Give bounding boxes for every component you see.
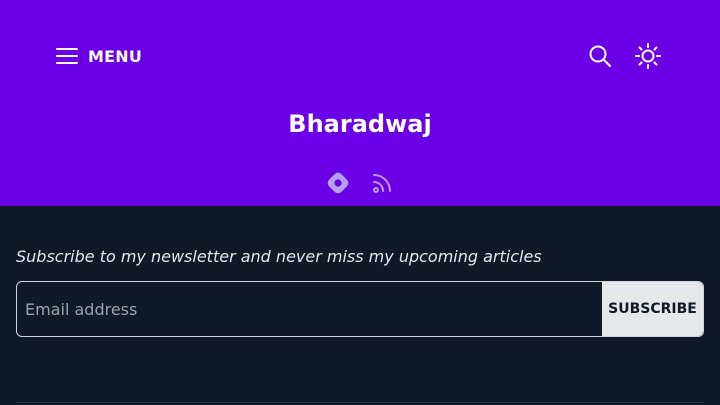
theme-toggle-button[interactable] bbox=[634, 42, 662, 70]
menu-label: MENU bbox=[88, 46, 143, 66]
blog-header: MENU Bharadwaj bbox=[0, 0, 720, 206]
hashnode-icon bbox=[327, 172, 349, 194]
blog-title[interactable]: Bharadwaj bbox=[0, 110, 720, 138]
email-input[interactable] bbox=[17, 282, 602, 336]
menu-button[interactable]: MENU bbox=[56, 42, 142, 70]
rss-icon bbox=[373, 174, 391, 193]
search-button[interactable] bbox=[586, 42, 614, 70]
search-icon bbox=[589, 45, 611, 67]
newsletter-text: Subscribe to my newsletter and never mis… bbox=[16, 247, 542, 266]
sun-icon bbox=[635, 43, 661, 69]
hamburger-icon bbox=[56, 46, 80, 66]
rss-link[interactable] bbox=[369, 170, 395, 196]
subscribe-button[interactable]: SUBSCRIBE bbox=[602, 282, 703, 336]
divider bbox=[16, 402, 704, 403]
hashnode-link[interactable] bbox=[325, 170, 351, 196]
newsletter-form: SUBSCRIBE bbox=[16, 281, 704, 337]
